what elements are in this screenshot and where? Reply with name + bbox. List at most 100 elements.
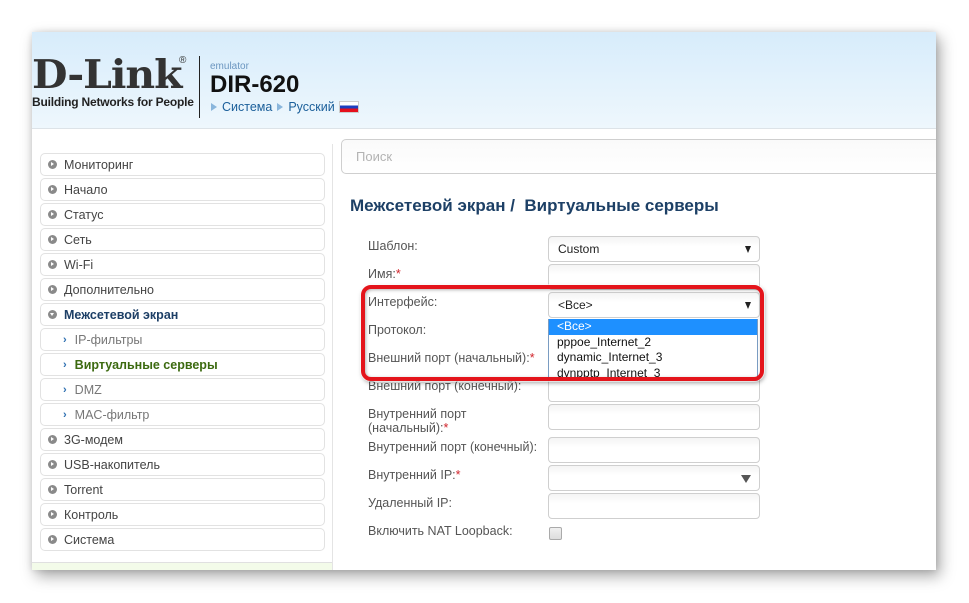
internal-ip-label-text: Внутренний IP: xyxy=(368,468,456,482)
sidebar-item-label: Система xyxy=(64,532,115,547)
required-marker: * xyxy=(455,468,461,482)
search-input[interactable]: Поиск xyxy=(341,139,936,174)
sidebar-item-label: USB-накопитель xyxy=(64,457,160,472)
sidebar-item[interactable]: Мониторинг xyxy=(40,153,325,176)
language-link[interactable]: Русский xyxy=(288,100,334,114)
sidebar-menu: Мониторинг Начало Статус Сеть Wi-Fi Дополните… xyxy=(40,153,325,553)
header-divider xyxy=(199,56,200,118)
template-label: Шаблон: xyxy=(368,239,418,253)
nat-loopback-label: Включить NAT Loopback: xyxy=(368,524,513,538)
sidebar-item[interactable]: Torrent xyxy=(40,478,325,501)
interface-value: <Все> xyxy=(558,298,593,312)
sidebar-footer xyxy=(32,562,332,570)
required-marker: * xyxy=(395,267,401,281)
circle-chevron-right-icon xyxy=(48,210,57,219)
circle-chevron-right-icon xyxy=(48,460,57,469)
int-port-start-label: Внутренний порт (начальный):* xyxy=(368,407,543,435)
chevron-right-icon: › xyxy=(63,333,67,346)
protocol-label: Протокол: xyxy=(368,323,427,337)
template-value: Custom xyxy=(558,242,600,256)
template-select[interactable]: Custom xyxy=(548,236,760,262)
name-input[interactable] xyxy=(548,264,760,290)
int-port-start-label-line2: (начальный): xyxy=(368,421,444,435)
system-link[interactable]: Система xyxy=(222,100,272,114)
sidebar-item-label: Начало xyxy=(64,182,108,197)
sidebar-item[interactable]: Межсетевой экран xyxy=(40,303,325,326)
dropdown-arrow-icon xyxy=(741,475,751,483)
dropdown-arrow-icon xyxy=(745,302,751,309)
remote-ip-label: Удаленный IP: xyxy=(368,496,452,510)
sidebar-item[interactable]: Контроль xyxy=(40,503,325,526)
ext-port-end-label: Внешний порт (конечный): xyxy=(368,379,522,393)
circle-chevron-right-icon xyxy=(48,185,57,194)
sidebar-item[interactable]: 3G-модем xyxy=(40,428,325,451)
sidebar-item-label: Виртуальные серверы xyxy=(74,357,218,372)
circle-chevron-down-icon xyxy=(48,310,57,319)
internal-ip-select[interactable] xyxy=(548,465,760,491)
chevron-right-icon: › xyxy=(63,358,67,371)
registered-mark: ® xyxy=(179,55,187,66)
sidebar-item-label: Torrent xyxy=(64,482,103,497)
sidebar-item[interactable]: Сеть xyxy=(40,228,325,251)
model-block: emulator DIR-620 Система Русский xyxy=(210,61,359,114)
remote-ip-input[interactable] xyxy=(548,493,760,519)
triangle-right-icon xyxy=(211,103,217,111)
sidebar-item-label: Дополнительно xyxy=(64,282,154,297)
sidebar-item[interactable]: Дополнительно xyxy=(40,278,325,301)
sidebar-item-label: DMZ xyxy=(74,382,102,397)
dropdown-option[interactable]: pppoe_Internet_2 xyxy=(549,335,757,351)
sidebar-item-label: 3G-модем xyxy=(64,432,123,447)
logo-wordmark: D-Link xyxy=(32,52,183,98)
circle-chevron-right-icon xyxy=(48,435,57,444)
sidebar-item[interactable]: › MAC-фильтр xyxy=(40,403,325,426)
internal-ip-label: Внутренний IP:* xyxy=(368,468,543,482)
russia-flag-icon[interactable] xyxy=(338,101,359,113)
dropdown-option[interactable]: <Все> xyxy=(549,319,757,335)
sidebar-item[interactable]: Статус xyxy=(40,203,325,226)
sidebar-item-label: Контроль xyxy=(64,507,119,522)
circle-chevron-right-icon xyxy=(48,485,57,494)
sidebar-item[interactable]: Система xyxy=(40,528,325,551)
int-port-end-label: Внутренний порт (конечный): xyxy=(368,440,538,454)
router-web-ui-window: D-Link ® Building Networks for People em… xyxy=(32,32,936,570)
sidebar-item[interactable]: › Виртуальные серверы xyxy=(40,353,325,376)
sidebar-item-label: Статус xyxy=(64,207,104,222)
model-name: DIR-620 xyxy=(210,71,300,98)
sidebar-item-label: Мониторинг xyxy=(64,157,134,172)
interface-dropdown-list: <Все> pppoe_Internet_2 dynamic_Internet_3 d… xyxy=(548,319,758,381)
sidebar-item-label: Wi-Fi xyxy=(64,257,94,272)
triangle-right-icon xyxy=(277,103,284,111)
int-port-start-label-line1: Внутренний порт xyxy=(368,407,467,421)
int-port-end-input[interactable] xyxy=(548,437,760,463)
header-links: Система Русский xyxy=(210,100,359,114)
sidebar-item[interactable]: USB-накопитель xyxy=(40,453,325,476)
dropdown-option[interactable]: dynamic_Internet_3 xyxy=(549,350,757,366)
sidebar: Мониторинг Начало Статус Сеть Wi-Fi Дополните… xyxy=(32,144,333,570)
header: D-Link ® Building Networks for People em… xyxy=(32,32,936,129)
sidebar-item-label: Межсетевой экран xyxy=(64,307,179,322)
dlink-logo[interactable]: D-Link ® Building Networks for People xyxy=(32,55,194,109)
circle-chevron-right-icon xyxy=(48,535,57,544)
required-marker: * xyxy=(529,351,535,365)
circle-chevron-right-icon xyxy=(48,260,57,269)
sidebar-item-label: MAC-фильтр xyxy=(74,407,150,422)
circle-chevron-right-icon xyxy=(48,285,57,294)
sidebar-item[interactable]: › DMZ xyxy=(40,378,325,401)
interface-select[interactable]: <Все> xyxy=(548,292,760,318)
dropdown-option[interactable]: dynpptp_Internet_3 xyxy=(549,366,757,382)
sidebar-item-label: IP-фильтры xyxy=(74,332,143,347)
ext-port-start-label-text: Внешний порт (начальный): xyxy=(368,351,530,365)
circle-chevron-right-icon xyxy=(48,235,57,244)
required-marker: * xyxy=(443,421,449,435)
dropdown-arrow-icon xyxy=(745,246,751,253)
ext-port-start-label: Внешний порт (начальный):* xyxy=(368,351,543,365)
sidebar-item-label: Сеть xyxy=(64,232,92,247)
chevron-right-icon: › xyxy=(63,383,67,396)
sidebar-item[interactable]: › IP-фильтры xyxy=(40,328,325,351)
sidebar-item[interactable]: Начало xyxy=(40,178,325,201)
circle-chevron-right-icon xyxy=(48,160,57,169)
int-port-start-input[interactable] xyxy=(548,404,760,430)
nat-loopback-checkbox[interactable] xyxy=(549,527,562,540)
sidebar-item[interactable]: Wi-Fi xyxy=(40,253,325,276)
page-title: Межсетевой экран / Виртуальные серверы xyxy=(350,196,719,215)
